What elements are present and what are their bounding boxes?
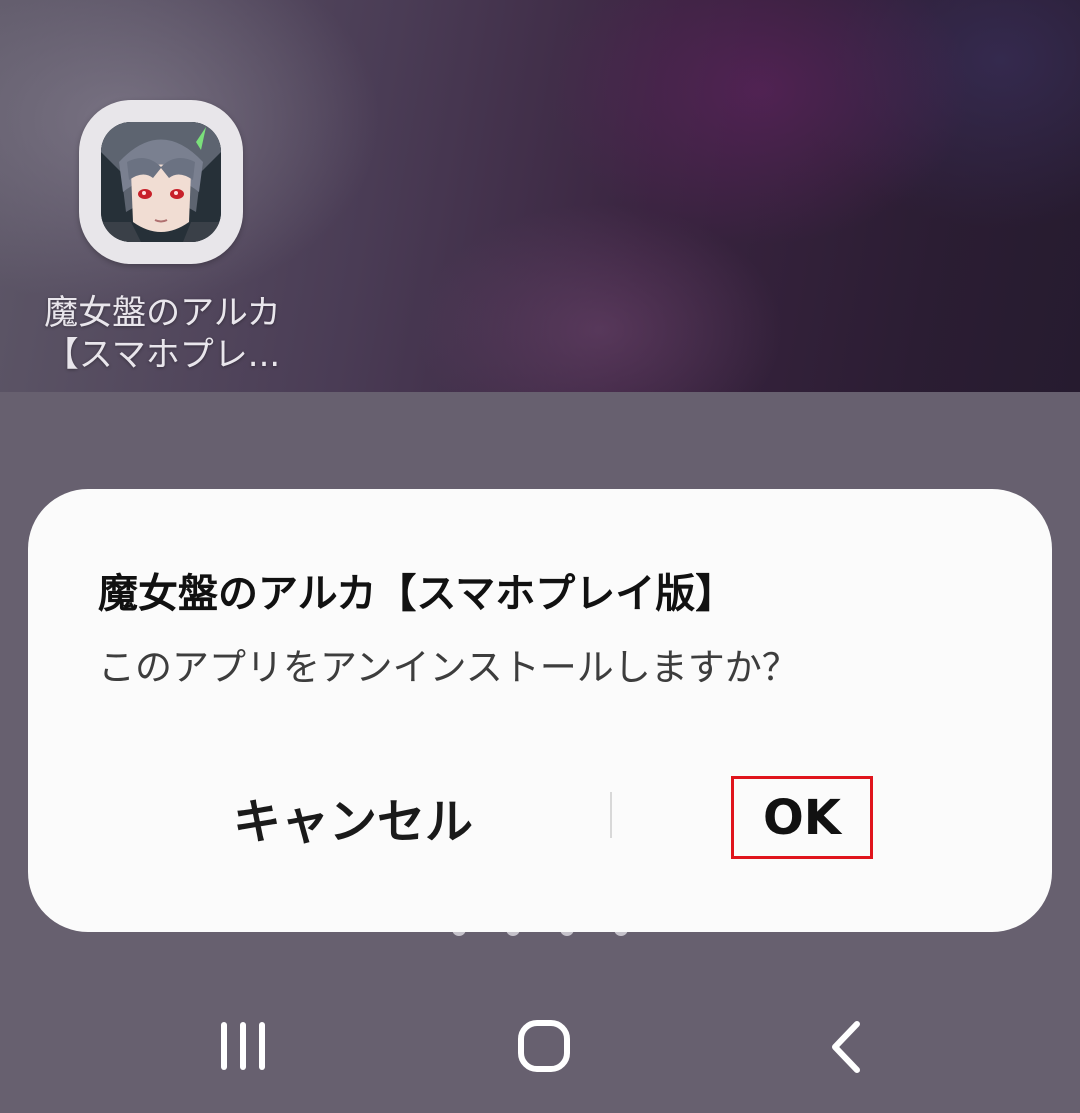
app-label-line1: 魔女盤のアルカ: [44, 293, 281, 333]
cancel-button[interactable]: キャンセル: [148, 777, 558, 857]
app-icon: [79, 100, 243, 264]
ok-button[interactable]: OK: [731, 776, 873, 859]
recents-icon: [221, 1022, 265, 1070]
home-button[interactable]: [500, 1010, 590, 1082]
navigation-bar: [0, 990, 1080, 1113]
app-icon-art: [101, 122, 221, 242]
app-label-line2: 【スマホプレ...: [44, 335, 281, 375]
back-button[interactable]: [802, 1010, 892, 1082]
app-label: 魔女盤のアルカ 【スマホプレ...: [30, 292, 295, 376]
button-divider: [610, 792, 612, 838]
dialog-message: このアプリをアンインストールしますか？: [98, 646, 799, 689]
home-icon: [518, 1020, 570, 1072]
back-icon: [832, 1021, 860, 1073]
recents-button[interactable]: [198, 1010, 288, 1082]
dialog-title: 魔女盤のアルカ【スマホプレイ版】: [98, 571, 736, 617]
uninstall-dialog: 魔女盤のアルカ【スマホプレイ版】 このアプリをアンインストールしますか？ キャン…: [28, 489, 1052, 932]
